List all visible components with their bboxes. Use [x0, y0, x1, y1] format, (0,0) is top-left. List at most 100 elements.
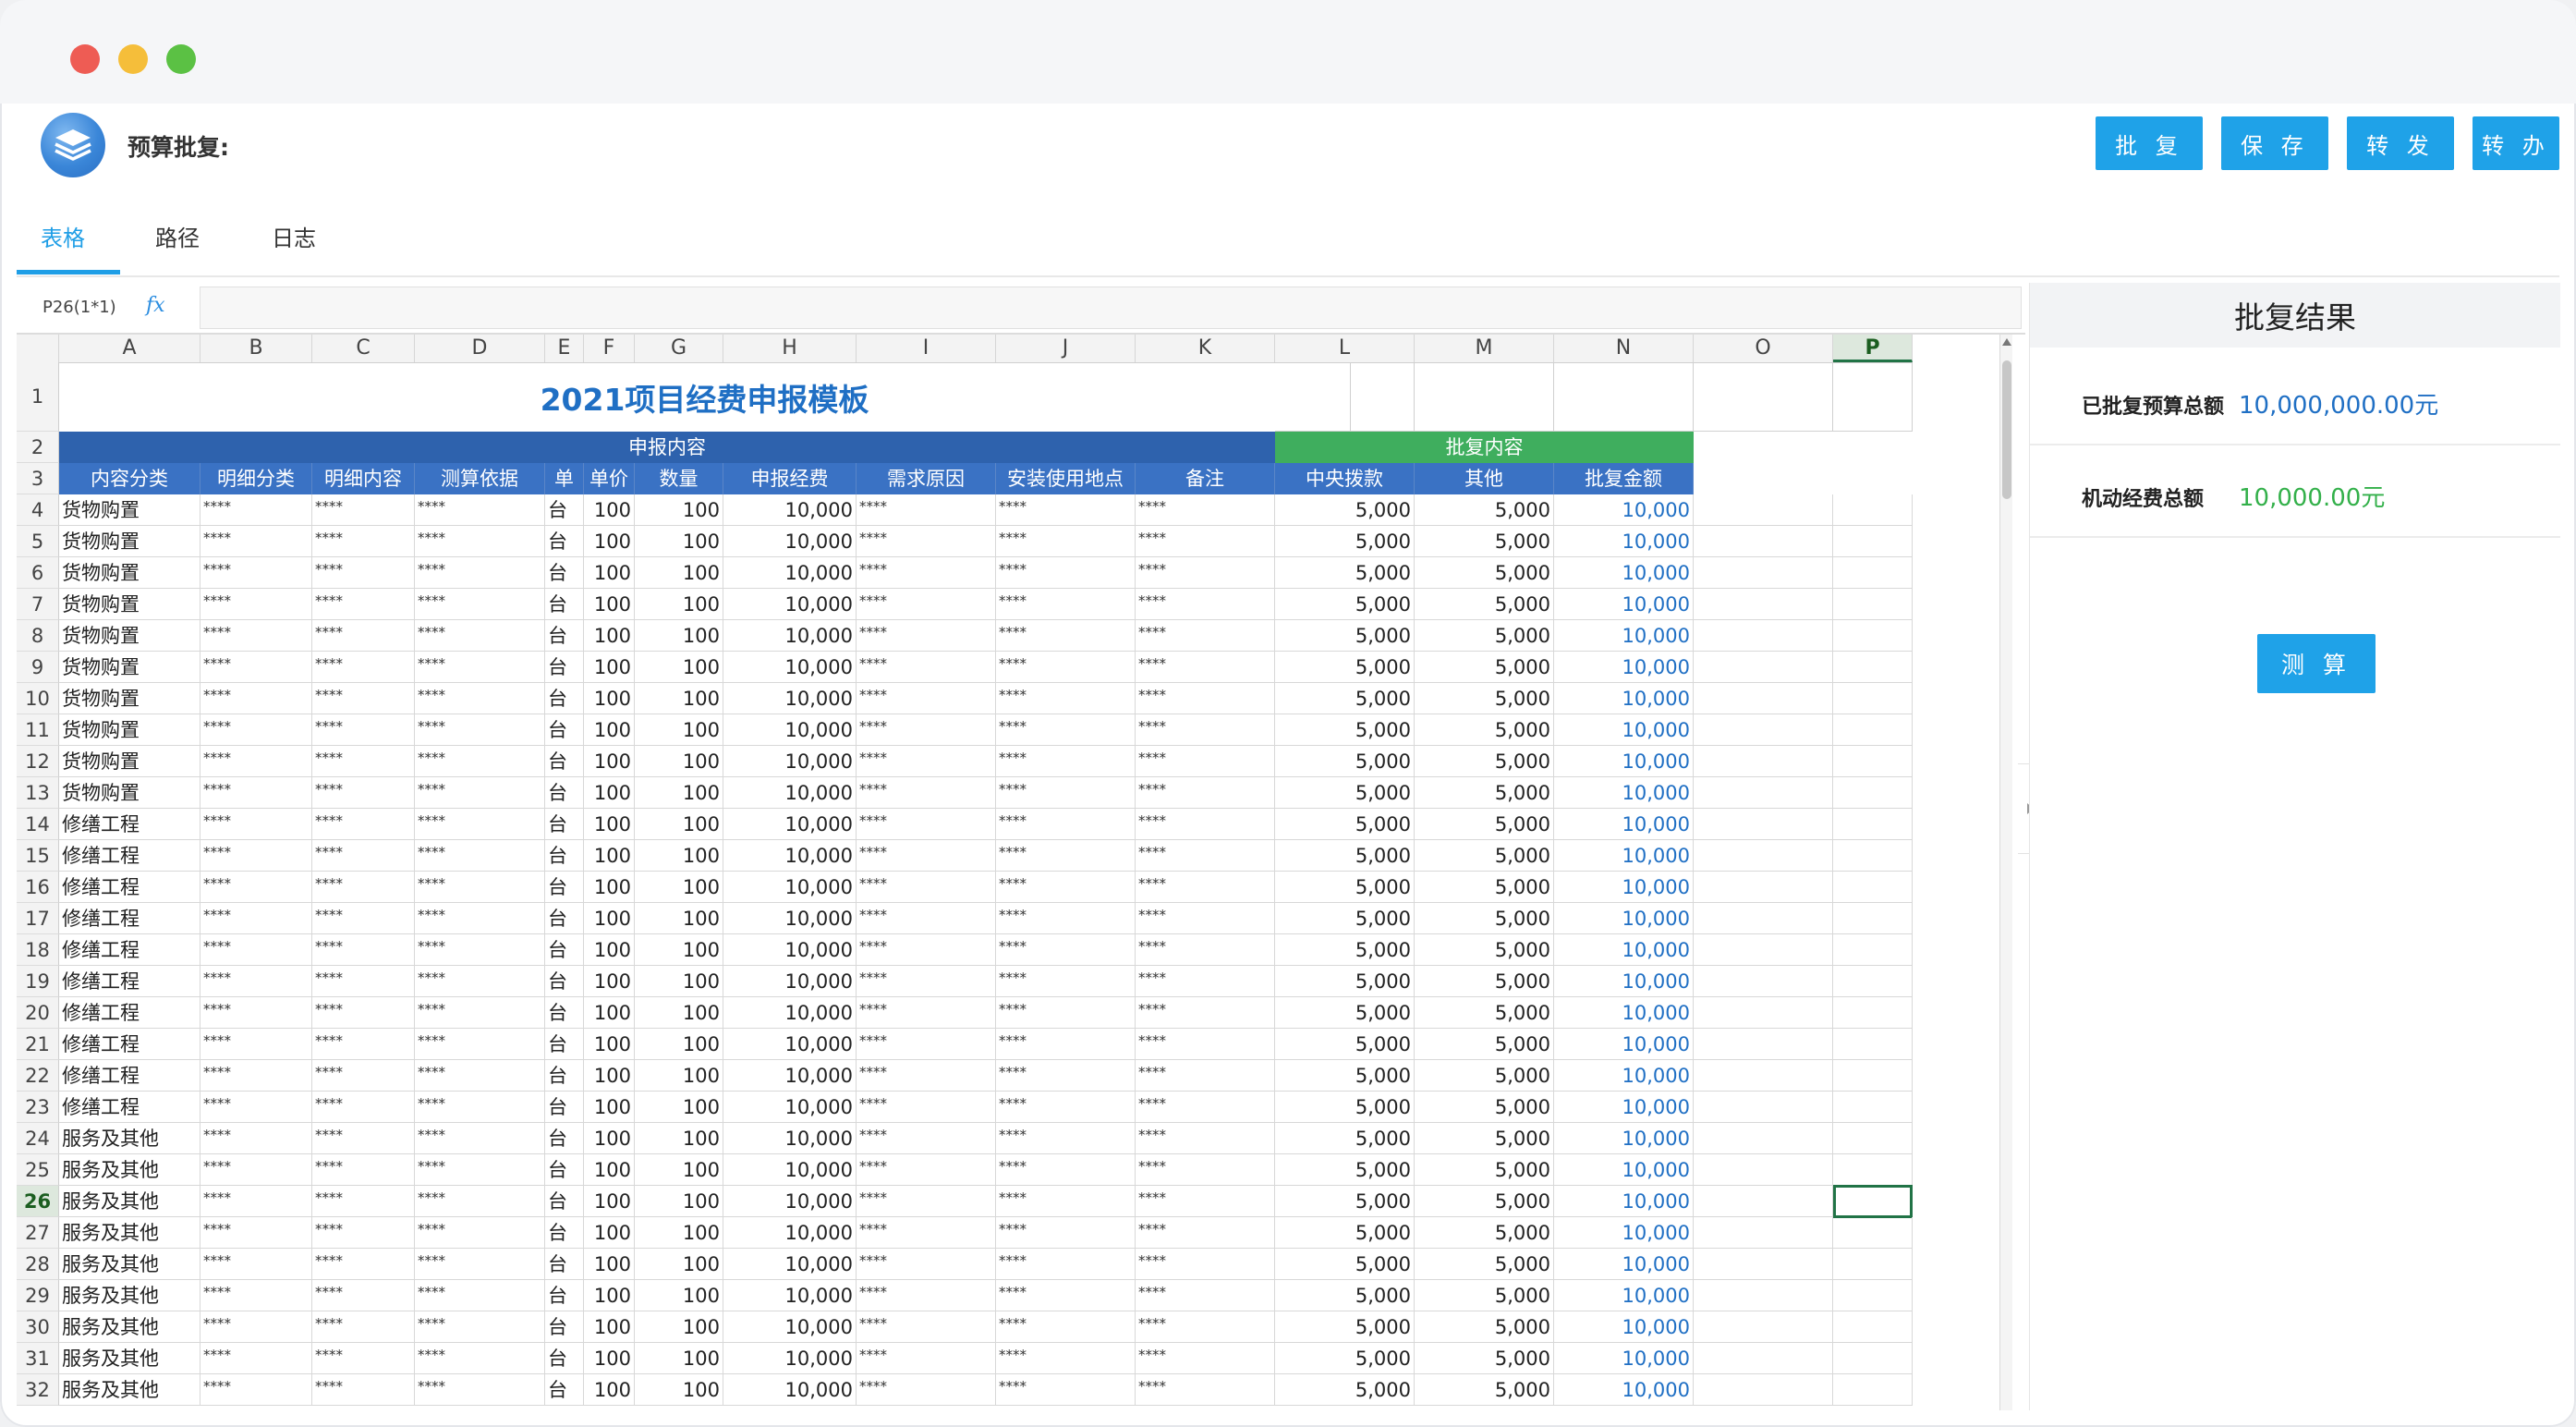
sheet-cell[interactable]: **** [1136, 1249, 1275, 1280]
sheet-cell[interactable]: **** [1136, 997, 1275, 1029]
sheet-cell[interactable]: **** [1136, 526, 1275, 557]
sheet-cell[interactable]: **** [1136, 652, 1275, 683]
column-header-e[interactable]: E [545, 335, 584, 362]
sheet-cell[interactable]: **** [312, 683, 415, 714]
sheet-cell[interactable]: 5,000 [1275, 1217, 1415, 1249]
sheet-cell[interactable] [1833, 1280, 1913, 1311]
sheet-cell[interactable]: 服务及其他 [59, 1186, 200, 1217]
sheet-cell[interactable]: 100 [635, 840, 723, 872]
column-header-m[interactable]: M [1415, 335, 1554, 362]
sheet-cell[interactable]: 100 [635, 746, 723, 777]
sheet-cell[interactable]: 修缮工程 [59, 903, 200, 934]
sheet-cell[interactable]: 服务及其他 [59, 1311, 200, 1343]
sheet-cell[interactable]: 10,000 [723, 620, 857, 652]
sheet-cell[interactable]: 100 [584, 872, 635, 903]
sheet-cell[interactable]: 100 [635, 903, 723, 934]
sheet-cell[interactable]: 5,000 [1415, 1186, 1554, 1217]
sheet-cell[interactable]: 服务及其他 [59, 1343, 200, 1374]
sheet-cell[interactable]: 5,000 [1275, 934, 1415, 966]
sheet-cell[interactable]: 修缮工程 [59, 934, 200, 966]
sheet-cell[interactable] [1694, 1249, 1833, 1280]
sheet-cell[interactable]: **** [1136, 1154, 1275, 1186]
sheet-cell[interactable]: **** [415, 966, 545, 997]
row-number[interactable]: 31 [17, 1343, 59, 1374]
table-header-cell[interactable]: 单价 [584, 463, 635, 494]
sheet-cell[interactable] [1833, 1123, 1913, 1154]
sheet-cell[interactable]: 货物购置 [59, 683, 200, 714]
sheet-cell[interactable]: **** [996, 1374, 1136, 1406]
sheet-cell[interactable]: **** [1136, 934, 1275, 966]
sheet-cell[interactable]: 5,000 [1415, 494, 1554, 526]
table-header-cell[interactable]: 明细分类 [200, 463, 312, 494]
sheet-cell[interactable]: **** [996, 1029, 1136, 1060]
sheet-cell[interactable]: **** [996, 934, 1136, 966]
sheet-cell[interactable]: 10,000 [723, 809, 857, 840]
sheet-cell[interactable]: 5,000 [1415, 652, 1554, 683]
sheet-cell[interactable]: 台 [545, 966, 584, 997]
sheet-cell[interactable] [1833, 1092, 1913, 1123]
sheet-cell[interactable]: **** [857, 746, 996, 777]
sheet-cell[interactable] [1694, 872, 1833, 903]
sheet-cell[interactable]: **** [200, 652, 312, 683]
sheet-cell[interactable]: **** [200, 494, 312, 526]
sheet-cell[interactable]: 10,000 [1554, 809, 1694, 840]
sheet-cell[interactable]: 台 [545, 714, 584, 746]
sheet-cell[interactable]: 台 [545, 840, 584, 872]
sheet-cell[interactable] [1694, 494, 1833, 526]
sheet-cell[interactable]: 5,000 [1415, 903, 1554, 934]
sheet-cell[interactable] [1694, 1060, 1833, 1092]
sheet-cell[interactable] [1833, 1343, 1913, 1374]
sheet-cell[interactable]: **** [200, 1311, 312, 1343]
sheet-cell[interactable]: **** [996, 840, 1136, 872]
sheet-cell[interactable]: 100 [635, 997, 723, 1029]
select-all-corner[interactable] [17, 335, 59, 362]
sheet-cell[interactable]: 5,000 [1275, 1280, 1415, 1311]
sheet-cell[interactable]: 10,000 [723, 934, 857, 966]
sheet-cell[interactable]: 100 [584, 1311, 635, 1343]
sheet-cell[interactable]: **** [200, 714, 312, 746]
sheet-cell[interactable]: **** [312, 1123, 415, 1154]
table-header-cell[interactable]: 中央拨款 [1275, 463, 1415, 494]
sheet-cell[interactable]: **** [996, 714, 1136, 746]
sheet-cell[interactable]: 10,000 [1554, 934, 1694, 966]
sheet-cell[interactable]: **** [857, 1092, 996, 1123]
sheet-cell[interactable]: 台 [545, 589, 584, 620]
sheet-cell[interactable]: **** [1136, 1092, 1275, 1123]
sheet-cell[interactable]: **** [312, 777, 415, 809]
sheet-cell[interactable]: 5,000 [1415, 714, 1554, 746]
sheet-cell[interactable]: 10,000 [723, 494, 857, 526]
sheet-cell[interactable] [1694, 809, 1833, 840]
sheet-cell[interactable]: 5,000 [1275, 589, 1415, 620]
sheet-cell[interactable]: **** [996, 1154, 1136, 1186]
sheet-cell[interactable]: 100 [635, 966, 723, 997]
sheet-cell[interactable]: **** [312, 1249, 415, 1280]
sheet-cell[interactable]: 10,000 [1554, 1217, 1694, 1249]
sheet-cell[interactable]: 10,000 [723, 903, 857, 934]
sheet-cell[interactable]: 100 [635, 1217, 723, 1249]
sheet-cell[interactable]: **** [857, 683, 996, 714]
sheet-cell[interactable] [1415, 362, 1554, 432]
sheet-cell[interactable]: 5,000 [1415, 1060, 1554, 1092]
sheet-cell[interactable]: **** [857, 1060, 996, 1092]
sheet-cell[interactable]: **** [200, 1186, 312, 1217]
sheet-cell[interactable]: **** [1136, 589, 1275, 620]
sheet-cell[interactable]: 货物购置 [59, 557, 200, 589]
sheet-cell[interactable]: 5,000 [1275, 652, 1415, 683]
sheet-cell[interactable]: 100 [635, 683, 723, 714]
row-number[interactable]: 26 [17, 1186, 59, 1217]
sheet-cell[interactable]: 5,000 [1415, 1217, 1554, 1249]
sheet-cell[interactable]: 货物购置 [59, 777, 200, 809]
sheet-cell[interactable]: 5,000 [1275, 1186, 1415, 1217]
sheet-cell[interactable]: 10,000 [1554, 494, 1694, 526]
sheet-cell[interactable]: **** [996, 1060, 1136, 1092]
sheet-cell[interactable]: 5,000 [1415, 746, 1554, 777]
sheet-cell[interactable]: 10,000 [1554, 1029, 1694, 1060]
sheet-cell[interactable]: 100 [584, 526, 635, 557]
row-number[interactable]: 4 [17, 494, 59, 526]
table-header-cell[interactable]: 单位 [545, 463, 584, 521]
tab-path[interactable]: 路径 [155, 220, 200, 252]
sheet-cell[interactable]: **** [1136, 494, 1275, 526]
sheet-cell[interactable]: **** [200, 1280, 312, 1311]
sheet-cell[interactable]: **** [200, 1154, 312, 1186]
sheet-cell[interactable] [1275, 362, 1415, 432]
